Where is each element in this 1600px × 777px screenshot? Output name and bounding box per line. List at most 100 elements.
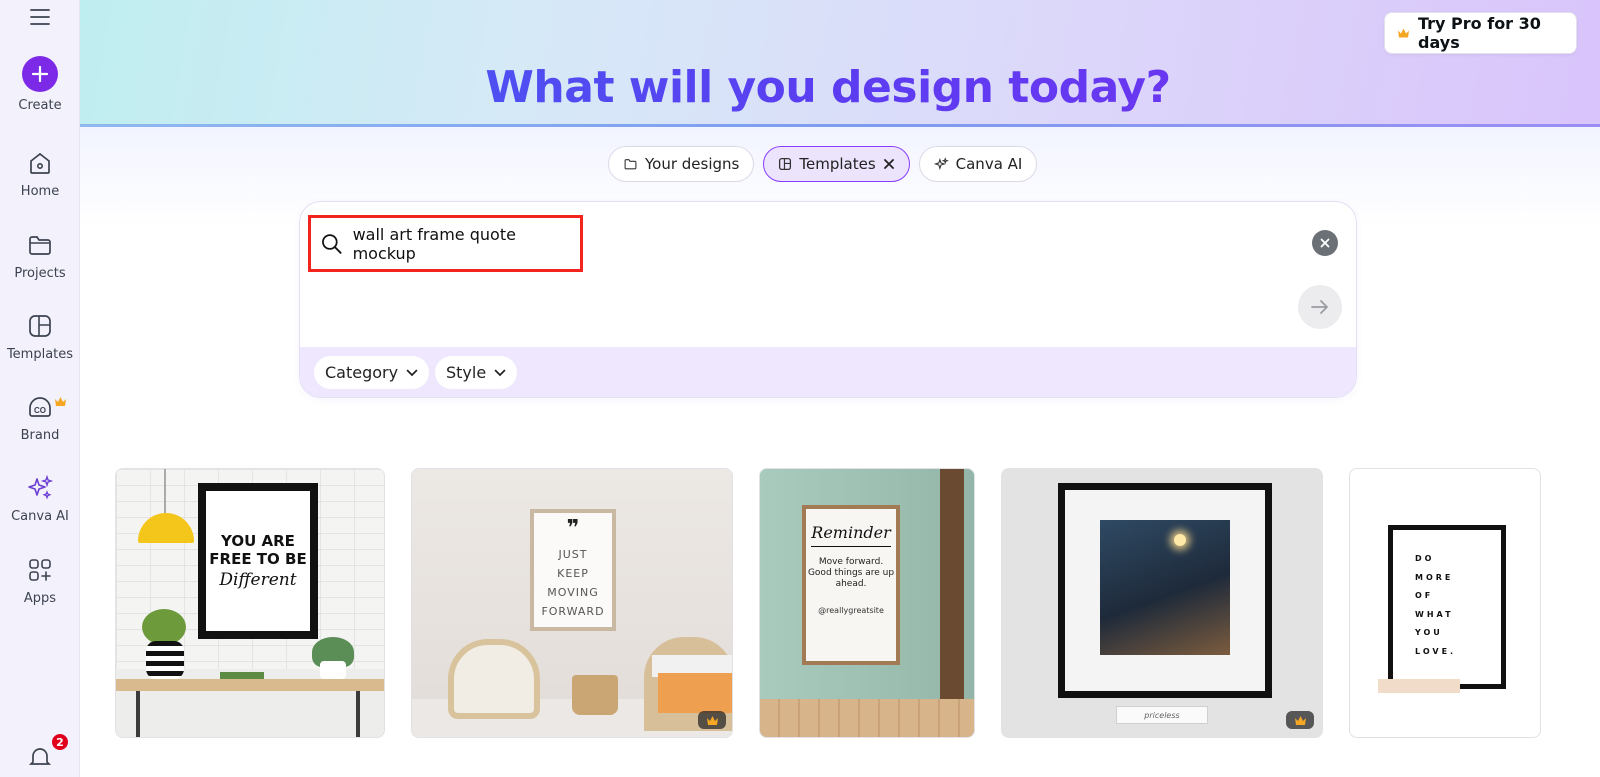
bell-icon[interactable] (27, 744, 53, 774)
style-filter-dropdown[interactable]: Style (435, 356, 518, 389)
search-panel: wall art frame quote mockup Category Sty… (299, 201, 1357, 398)
template-card-3[interactable]: Reminder Move forward. Good things are u… (759, 468, 975, 738)
lamp-cord (164, 469, 166, 513)
sidebar-item-apps[interactable]: Apps (0, 555, 80, 606)
close-icon[interactable] (883, 158, 895, 170)
brand-icon: CO (25, 392, 55, 422)
crown-icon (54, 392, 67, 411)
sparkler (1174, 534, 1186, 546)
chevron-down-icon (406, 369, 418, 376)
quote-line: KEEP (557, 567, 589, 580)
pot (320, 661, 346, 679)
quote-line: MORE (1415, 572, 1454, 582)
quote-line: FREE TO BE (209, 550, 307, 568)
filter-label: Style (446, 363, 487, 382)
quote-line: JUST (558, 548, 588, 561)
filter-bar: Category Style (300, 347, 1356, 397)
frame-caption: priceless (1116, 706, 1208, 724)
desk-leg (136, 691, 140, 737)
premium-crown-icon (698, 711, 726, 729)
quote-line: LOVE. (1415, 646, 1457, 656)
chip-label: Your designs (645, 155, 740, 173)
floor (760, 699, 974, 737)
desk-leg (356, 691, 360, 737)
chip-templates[interactable]: Templates (763, 146, 910, 182)
quote-line: MOVING (547, 586, 599, 599)
template-card-1[interactable]: YOU ARE FREE TO BE Different (115, 468, 385, 738)
chip-label: Templates (799, 155, 876, 173)
quote-frame: DO MORE OF WHAT YOU LOVE. (1388, 525, 1506, 689)
sidebar-item-templates[interactable]: Templates (0, 311, 80, 362)
tape (1378, 679, 1460, 693)
folder-icon (624, 159, 637, 170)
quote-frame: ❞ JUST KEEP MOVING FORWARD (530, 509, 616, 631)
templates-icon (779, 157, 792, 171)
search-query-text: wall art frame quote mockup (352, 224, 516, 263)
crown-icon (1398, 28, 1409, 38)
quote-line: YOU (1415, 628, 1443, 637)
sidebar-item-label: Home (20, 184, 60, 199)
home-icon (25, 148, 55, 178)
sidebar-item-label: Canva AI (11, 509, 69, 524)
notification-badge: 2 (50, 732, 70, 752)
main-content: What will you design today? Try Pro for … (80, 0, 1600, 777)
apps-icon (25, 555, 55, 585)
plant (142, 609, 186, 645)
chip-your-designs[interactable]: Your designs (608, 146, 755, 182)
sidebar-item-home[interactable]: Home (0, 148, 80, 199)
wood-beam (940, 469, 964, 699)
quote-script: Different (219, 570, 297, 590)
chip-label: Canva AI (955, 155, 1023, 173)
sparkle-icon (25, 473, 55, 503)
quote-line: FORWARD (541, 605, 605, 618)
clear-search-button[interactable] (1312, 230, 1338, 256)
create-button[interactable] (22, 56, 58, 92)
search-scope-chips: Your designs Templates Canva AI (608, 146, 1038, 182)
vase (146, 641, 184, 679)
close-icon (1320, 238, 1330, 248)
try-pro-label: Try Pro for 30 days (1418, 14, 1541, 52)
try-pro-button[interactable]: Try Pro for 30 days (1384, 12, 1577, 54)
sidebar-item-label: Brand (20, 428, 60, 443)
template-card-4[interactable]: priceless (1001, 468, 1323, 738)
sidebar-item-brand[interactable]: CO Brand (0, 392, 80, 443)
arrow-right-icon (1311, 300, 1328, 314)
page-title: What will you design today? (80, 62, 1576, 113)
menu-icon[interactable] (28, 6, 52, 28)
sidebar: Create Home Projects Templates CO Brand … (0, 0, 80, 777)
premium-crown-icon (1286, 711, 1314, 729)
search-icon (322, 233, 342, 254)
sidebar-item-canva-ai[interactable]: Canva AI (0, 473, 80, 524)
template-card-2[interactable]: ❞ JUST KEEP MOVING FORWARD (411, 468, 733, 738)
quote-frame: Reminder Move forward. Good things are u… (802, 505, 900, 665)
quote-mark: ❞ (566, 516, 580, 541)
sparkle-icon (933, 156, 949, 170)
quote-line: YOU ARE (221, 532, 295, 550)
filter-label: Category (325, 363, 399, 382)
quote-title: Reminder (811, 523, 891, 547)
folder-icon (25, 230, 55, 260)
bed-cover (658, 673, 732, 713)
templates-icon (25, 311, 55, 341)
chip-canva-ai[interactable]: Canva AI (918, 146, 1038, 182)
quote-body: Move forward. Good things are up ahead. (807, 557, 895, 589)
desk (116, 679, 384, 691)
photo (1100, 520, 1230, 655)
template-card-5[interactable]: DO MORE OF WHAT YOU LOVE. (1349, 468, 1541, 738)
submit-search-button[interactable] (1298, 285, 1342, 329)
sidebar-item-label: Projects (14, 266, 66, 281)
sidebar-item-projects[interactable]: Projects (0, 230, 80, 281)
sidebar-item-label: Templates (6, 347, 74, 362)
search-input[interactable]: wall art frame quote mockup (308, 215, 583, 272)
plus-icon (31, 65, 49, 83)
photo-frame (1058, 483, 1272, 698)
quote-line: DO (1415, 554, 1435, 563)
create-label: Create (18, 98, 62, 113)
chevron-down-icon (494, 369, 506, 376)
quote-site: @reallygreatsite (818, 606, 884, 615)
basket (572, 675, 618, 715)
sidebar-item-label: Apps (23, 591, 57, 606)
quote-line: OF (1415, 591, 1434, 600)
quote-line: WHAT (1415, 609, 1454, 619)
category-filter-dropdown[interactable]: Category (314, 356, 430, 389)
